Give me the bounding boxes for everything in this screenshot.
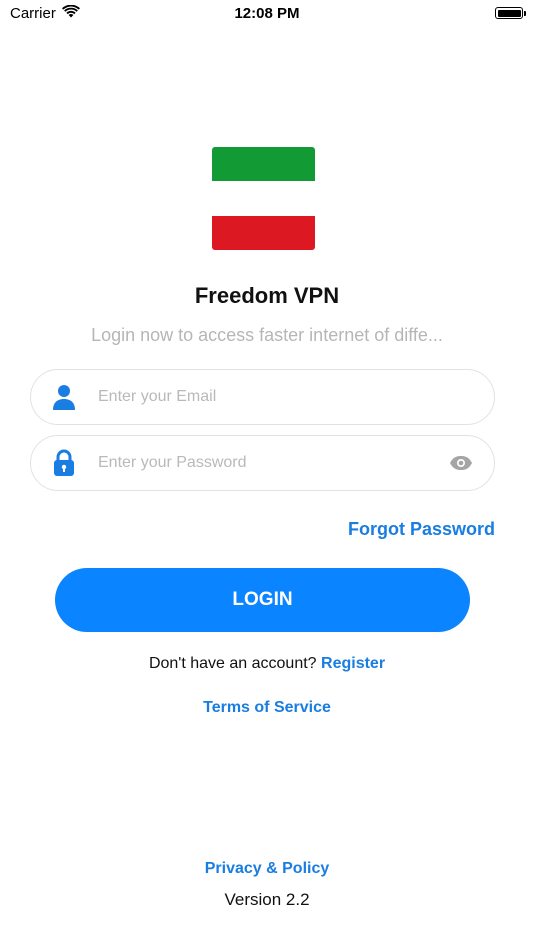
- app-subtitle: Login now to access faster internet of d…: [91, 325, 443, 345]
- battery-icon: [495, 7, 523, 19]
- app-title: Freedom VPN: [194, 283, 340, 308]
- flag-white-stripe: [212, 181, 315, 216]
- eye-icon[interactable]: [448, 453, 474, 473]
- user-icon: [51, 383, 77, 411]
- privacy-policy-link[interactable]: Privacy & Policy: [205, 860, 330, 877]
- privacy-container: Privacy & Policy: [0, 860, 534, 878]
- email-field[interactable]: [30, 369, 495, 425]
- terms-of-service-link[interactable]: Terms of Service: [203, 699, 331, 716]
- password-field[interactable]: [30, 435, 495, 491]
- flag-logo: [212, 147, 315, 250]
- battery-tip: [524, 11, 526, 16]
- email-input[interactable]: [96, 381, 440, 413]
- version-label: Version 2.2: [224, 890, 310, 909]
- forgot-password-link[interactable]: Forgot Password: [300, 519, 495, 540]
- login-button[interactable]: LOGIN: [55, 568, 470, 632]
- status-bar-time: 12:08 PM: [234, 5, 300, 22]
- flag-red-stripe: [212, 216, 315, 250]
- flag-green-stripe: [212, 147, 315, 181]
- register-prompt: Don't have an account? Register: [0, 655, 534, 673]
- lock-icon: [51, 449, 77, 477]
- password-input[interactable]: [96, 447, 440, 479]
- terms-container: Terms of Service: [0, 699, 534, 717]
- account-prompt-text: Don't have an account?: [148, 655, 317, 672]
- register-link[interactable]: Register: [321, 655, 385, 672]
